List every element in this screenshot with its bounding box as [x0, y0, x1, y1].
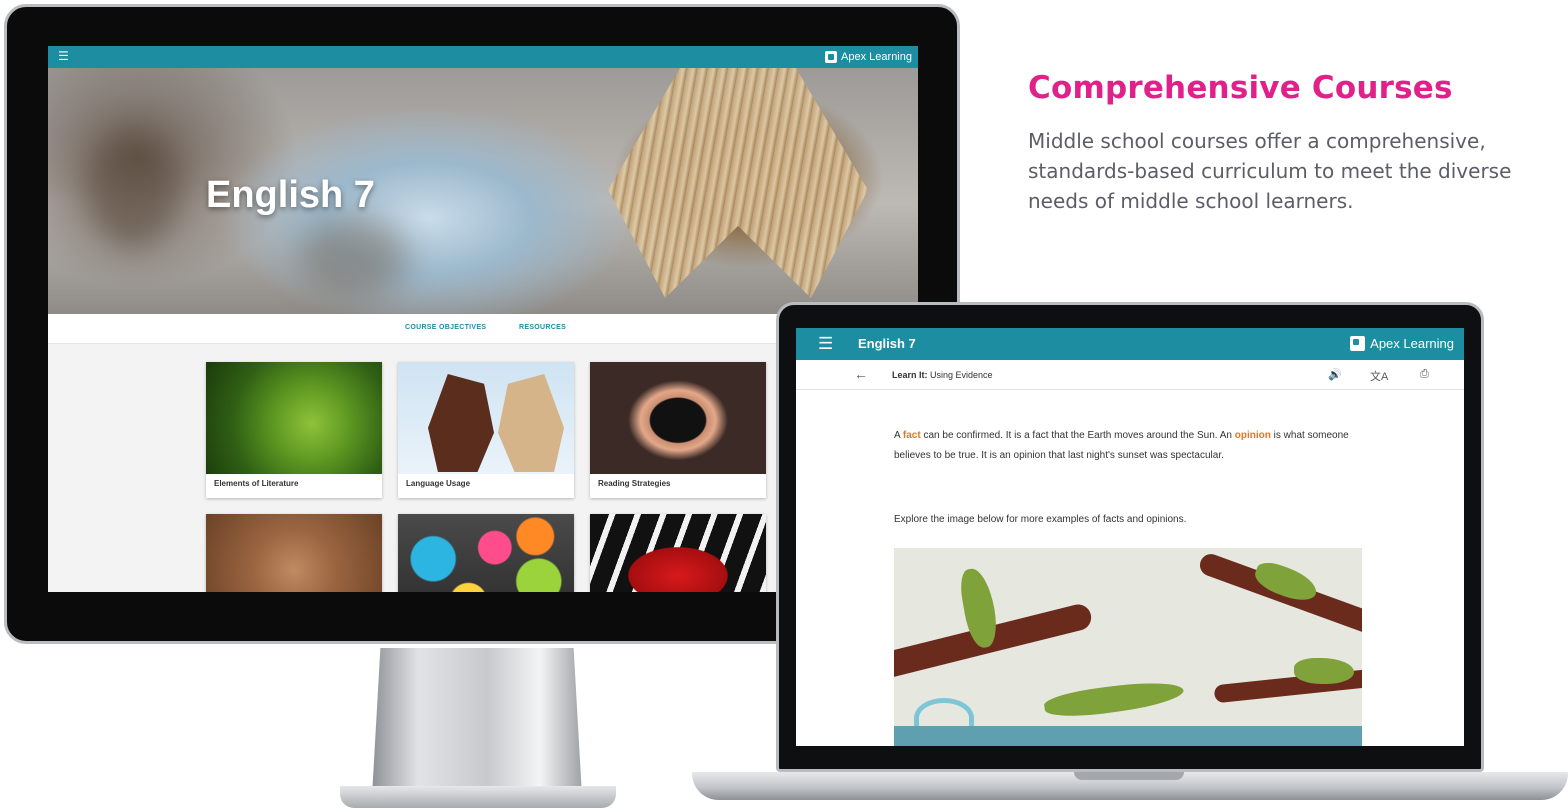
water-surface [894, 726, 1362, 746]
promo-title: Comprehensive Courses [1028, 70, 1453, 106]
course-title: English 7 [206, 174, 375, 216]
product-showcase: Comprehensive Courses Middle school cour… [0, 0, 1568, 812]
apex-logo-mark-icon [1350, 336, 1366, 351]
unit-card-label: Elements of Literature [214, 479, 299, 488]
lesson-app-header: ☰ English 7 Apex Learning [796, 328, 1464, 360]
unit-card[interactable] [590, 514, 766, 592]
lizard-figure [1294, 658, 1354, 684]
heart-hands-photo [590, 362, 766, 474]
paint-cans-photo [398, 514, 574, 592]
bow-tie-piano-photo [590, 514, 766, 592]
desktop-app-header: ☰ Apex Learning [48, 46, 918, 68]
unit-card-label: Reading Strategies [598, 479, 671, 488]
course-title: English 7 [858, 336, 916, 351]
unit-card-elements-of-literature[interactable]: Elements of Literature [206, 362, 382, 498]
apex-learning-logo: Apex Learning [825, 49, 912, 65]
horse-chess-photo [398, 362, 574, 474]
breadcrumb: Learn It: Using Evidence [892, 370, 993, 380]
list-icon[interactable]: ☰ [818, 334, 833, 354]
unit-card[interactable] [398, 514, 574, 592]
tab-resources[interactable]: RESOURCES [519, 324, 566, 331]
text-run: A [894, 430, 903, 441]
promo-description: Middle school courses offer a comprehens… [1028, 129, 1512, 213]
translate-icon[interactable]: 文A [1370, 368, 1388, 384]
lizards-illustration[interactable] [894, 548, 1362, 746]
text-run: can be confirmed. It is a fact that the … [920, 430, 1235, 441]
unit-card-language-usage[interactable]: Language Usage [398, 362, 574, 498]
laptop-notch [1074, 772, 1184, 780]
dark-knight-piece [428, 374, 494, 472]
apex-logo-text: Apex Learning [841, 51, 912, 63]
breadcrumb-prefix: Learn It: [892, 370, 928, 380]
flying-book-image [608, 68, 868, 298]
lesson-paragraph: A fact can be confirmed. It is a fact th… [894, 426, 1364, 466]
apex-learning-logo: Apex Learning [1350, 336, 1454, 351]
monitor-stand [372, 648, 582, 796]
print-icon[interactable]: ⎙ [1420, 368, 1429, 381]
term-opinion[interactable]: opinion [1235, 430, 1271, 441]
cave-hands-photo [206, 514, 382, 592]
unit-card-label: Language Usage [406, 479, 471, 488]
hero-background-shape [88, 128, 178, 248]
tab-course-objectives[interactable]: COURSE OBJECTIVES [405, 324, 486, 331]
lesson-content: A fact can be confirmed. It is a fact th… [796, 390, 1464, 746]
term-fact[interactable]: fact [903, 430, 921, 441]
hero-background-shape [298, 218, 408, 298]
lesson-toolbar: ← Learn It: Using Evidence 🔊 文A ⎙ [796, 360, 1464, 390]
laptop-screen: ☰ English 7 Apex Learning ← Learn It: Us… [796, 328, 1464, 746]
unit-card[interactable] [206, 514, 382, 592]
light-knight-piece [498, 374, 564, 472]
monitor-stand-base [340, 786, 616, 808]
unit-card-reading-strategies[interactable]: Reading Strategies [590, 362, 766, 498]
apex-logo-text: Apex Learning [1370, 336, 1454, 351]
course-hero-banner: English 7 [48, 68, 918, 314]
lizard-photo [206, 362, 382, 474]
list-icon[interactable]: ☰ [58, 50, 72, 63]
lizard-figure [1042, 676, 1186, 722]
audio-icon[interactable]: 🔊 [1328, 368, 1342, 381]
lesson-instruction: Explore the image below for more example… [894, 514, 1187, 525]
apex-logo-mark-icon [825, 51, 838, 63]
breadcrumb-title: Using Evidence [930, 370, 993, 380]
back-arrow-icon[interactable]: ← [854, 366, 868, 382]
